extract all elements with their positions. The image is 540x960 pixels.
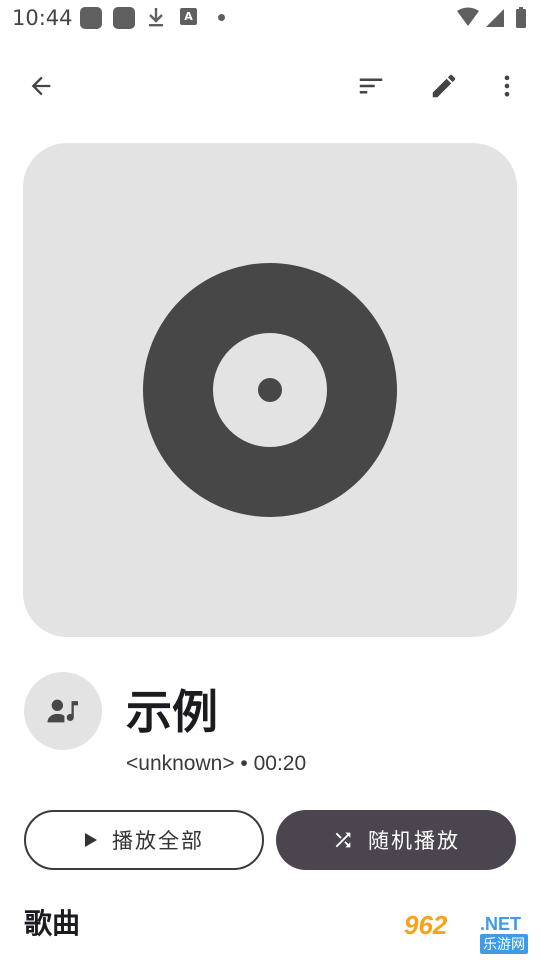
artist-music-icon <box>47 699 79 723</box>
album-art[interactable] <box>23 143 517 637</box>
shuffle-button[interactable]: 随机播放 <box>276 810 516 870</box>
songs-section-title: 歌曲 <box>24 907 81 940</box>
wifi-icon <box>457 7 479 26</box>
status-time: 10:44 <box>12 6 73 30</box>
sort-button[interactable] <box>347 62 395 110</box>
more-options-button[interactable] <box>483 62 531 110</box>
more-notifications-dot-icon <box>218 14 225 21</box>
notification-a-icon: A <box>180 8 197 25</box>
back-button[interactable] <box>17 62 65 110</box>
watermark-sub: 乐游网 <box>480 934 528 954</box>
album-title: 示例 <box>126 685 218 739</box>
battery-icon <box>516 7 526 28</box>
artist-avatar[interactable] <box>24 672 102 750</box>
system-status-icons <box>456 6 530 34</box>
watermark-net: .NET <box>480 914 522 934</box>
watermark-main: 962 <box>404 910 448 940</box>
play-all-label: 播放全部 <box>112 829 204 853</box>
download-icon <box>146 6 166 32</box>
notification-app-icon <box>80 7 102 29</box>
shuffle-label: 随机播放 <box>368 829 460 853</box>
shuffle-icon <box>332 829 354 851</box>
status-bar: 10:44 A <box>0 0 540 38</box>
edit-button[interactable] <box>420 62 468 110</box>
back-arrow-icon <box>31 76 51 96</box>
vinyl-disc-icon <box>143 263 397 517</box>
notification-app-icon <box>113 7 135 29</box>
play-icon <box>84 832 98 848</box>
signal-icon <box>486 9 504 27</box>
play-all-button[interactable]: 播放全部 <box>24 810 264 870</box>
sort-icon <box>359 78 383 94</box>
album-subtitle: <unknown> • 00:20 <box>126 752 307 775</box>
watermark-logo: 962 .NET 乐游网 <box>404 910 532 956</box>
edit-pencil-icon <box>432 74 456 98</box>
more-vert-icon <box>504 75 510 97</box>
app-bar <box>0 58 540 114</box>
